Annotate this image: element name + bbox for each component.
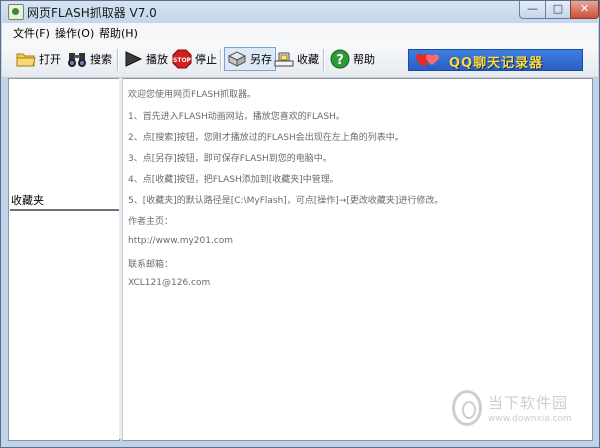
play-button[interactable]: 播放 (123, 48, 168, 70)
menu-operate[interactable]: 操作(O) (55, 25, 94, 41)
stop-sign-icon: STOP (172, 49, 192, 69)
instruction-line: 5、[收藏夹]的默认路径是[C:\MyFlash]，可点[操作]→[更改收藏夹]… (128, 196, 444, 206)
menu-help[interactable]: 帮助(H) (99, 25, 138, 41)
menu-file[interactable]: 文件(F) (13, 25, 50, 41)
favorite-button[interactable]: 收藏 (274, 48, 319, 70)
homepage-url[interactable]: http://www.my201.com (128, 236, 233, 246)
instruction-line: 4、点[收藏]按钮，把FLASH添加到[收藏夹]中管理。 (128, 175, 339, 185)
hearts-icon (415, 52, 441, 68)
help-button[interactable]: ? 帮助 (330, 48, 375, 70)
instruction-line: 1、首先进入FLASH动画网站，播放您喜欢的FLASH。 (128, 112, 345, 122)
favorites-tray-icon (274, 49, 294, 69)
maximize-button[interactable]: □ (545, 1, 571, 19)
stop-button[interactable]: STOP 停止 (172, 48, 217, 70)
app-icon (8, 4, 24, 20)
qq-chat-recorder-banner[interactable]: QQ聊天记录器 (408, 49, 583, 71)
email-label: 联系邮箱： (128, 260, 174, 270)
close-button[interactable]: ✕ (570, 1, 599, 19)
play-icon (123, 49, 143, 69)
search-button[interactable]: 搜索 (67, 48, 112, 70)
toolbar-separator (220, 49, 222, 71)
watermark-logo-icon (452, 390, 482, 426)
watermark: 当下软件园 www.downxia.com (452, 390, 584, 430)
folder-open-icon (16, 49, 36, 69)
open-label: 打开 (39, 53, 61, 66)
banner-text: QQ聊天记录器 (449, 56, 544, 71)
info-panel: 欢迎您使用网页FLASH抓取器。 1、首先进入FLASH动画网站，播放您喜欢的F… (122, 78, 593, 441)
toolbar-separator (117, 49, 119, 71)
email-address[interactable]: XCL121@126.com (128, 278, 210, 288)
watermark-url: www.downxia.com (488, 414, 572, 424)
welcome-text: 欢迎您使用网页FLASH抓取器。 (128, 90, 257, 100)
instruction-line: 2、点[搜索]按钮，您刚才播放过的FLASH会出现在左上角的列表中。 (128, 133, 404, 143)
toolbar-separator (323, 49, 325, 71)
minimize-button[interactable]: — (519, 1, 546, 19)
title-bar[interactable]: 网页FLASH抓取器 V7.0 — □ ✕ (1, 1, 599, 23)
search-label: 搜索 (90, 53, 112, 66)
play-label: 播放 (146, 53, 168, 66)
favorites-label: 收藏夹 (10, 193, 119, 211)
svg-text:?: ? (336, 53, 344, 68)
save-as-label: 另存 (250, 53, 272, 66)
watermark-name: 当下软件园 (488, 394, 569, 412)
help-icon: ? (330, 49, 350, 69)
menu-bar: 文件(F) 操作(O) 帮助(H) (2, 23, 598, 41)
window-title: 网页FLASH抓取器 V7.0 (27, 6, 157, 20)
maximize-icon: □ (552, 2, 564, 15)
stop-label: 停止 (195, 53, 217, 66)
favorite-label: 收藏 (297, 53, 319, 66)
close-icon: ✕ (579, 2, 590, 15)
minimize-icon: — (527, 2, 538, 15)
homepage-label: 作者主页： (128, 217, 174, 227)
favorites-pane[interactable]: 收藏夹 (8, 78, 120, 441)
instruction-line: 3、点[另存]按钮，即可保存FLASH到您的电脑中。 (128, 154, 332, 164)
open-button[interactable]: 打开 (16, 48, 61, 70)
save-as-icon (227, 49, 247, 69)
save-as-button[interactable]: 另存 (224, 47, 276, 71)
help-label: 帮助 (353, 53, 375, 66)
binoculars-icon (67, 49, 87, 69)
svg-text:STOP: STOP (173, 57, 192, 64)
app-window: 网页FLASH抓取器 V7.0 — □ ✕ 文件(F) 操作(O) 帮助(H) … (0, 0, 600, 448)
